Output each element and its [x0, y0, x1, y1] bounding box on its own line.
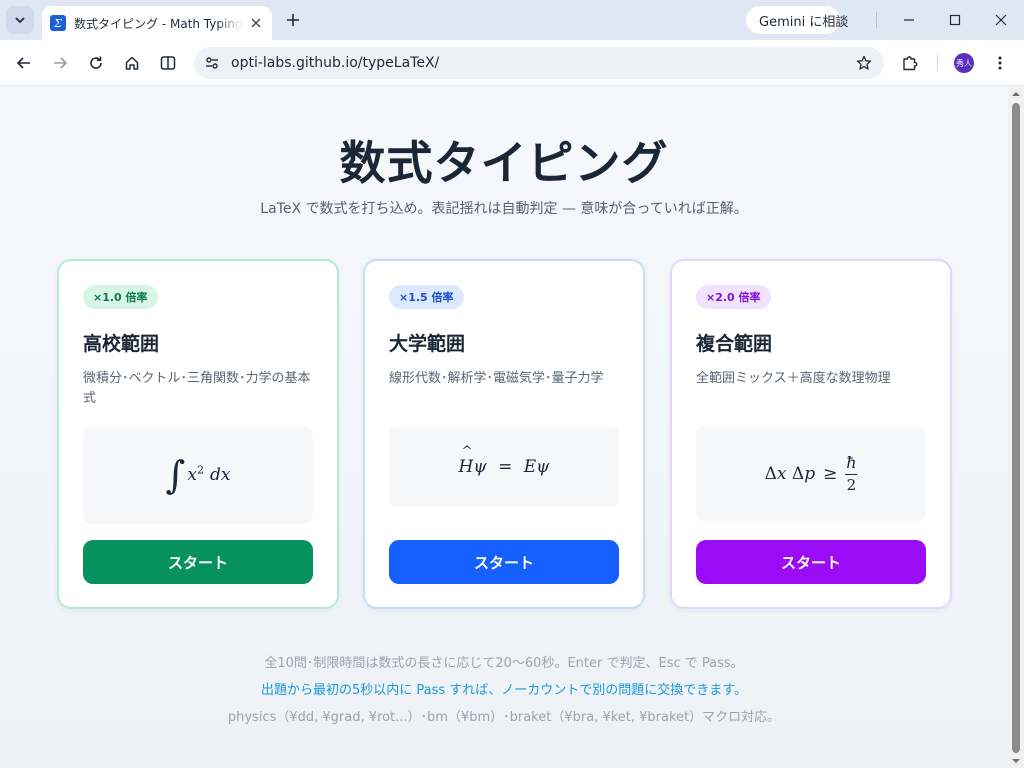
start-button-mixed[interactable]: スタート [696, 540, 926, 584]
more-vertical-icon [998, 56, 1002, 70]
forward-arrow-icon [54, 57, 68, 69]
scroll-down-arrow-icon[interactable] [1012, 757, 1020, 765]
scroll-up-arrow-icon[interactable] [1012, 90, 1020, 98]
favicon-icon: Σ [50, 15, 66, 31]
back-button[interactable] [10, 49, 38, 77]
profile-avatar[interactable]: 秀人 [954, 53, 974, 73]
start-button-highschool[interactable]: スタート [83, 540, 313, 584]
card-description: 線形代数･解析学･電磁気学･量子力学 [389, 371, 604, 386]
multiplier-badge: ×1.0 倍率 [83, 285, 158, 309]
page-title: 数式タイピング [339, 136, 669, 190]
rules-text: 全10問･制限時間は数式の長さに応じて20〜60秒。Enter で判定、Esc … [264, 656, 744, 671]
formula-preview: H ^ ψ = Eψ [389, 426, 619, 507]
site-info-button[interactable] [200, 51, 224, 75]
url-text: opti-labs.github.io/typeLaTeX/ [231, 55, 440, 71]
back-arrow-icon [16, 57, 30, 69]
formula-preview: ∫ x2 dx [83, 426, 313, 524]
card-title: 高校範囲 [83, 333, 160, 355]
formula-integral: ∫ x2 dx [165, 453, 231, 497]
macro-support-text: physics（¥dd, ¥grad, ¥rot...）･bm（¥bm）･bra… [227, 710, 781, 725]
close-tab-button[interactable] [248, 15, 264, 31]
card-title: 大学範囲 [389, 333, 466, 355]
close-icon [251, 18, 261, 28]
toolbar-divider [937, 55, 938, 71]
browser-tab-active[interactable]: Σ 数式タイピング - Math Typing Game [42, 6, 272, 40]
card-description: 全範囲ミックス＋高度な数理物理 [696, 371, 891, 386]
card-description: 微積分･ベクトル･三角関数･力学の基本式 [83, 371, 311, 406]
browser-toolbar: opti-labs.github.io/typeLaTeX/ 秀人 [0, 40, 1024, 86]
mode-card-highschool: ×1.0 倍率 高校範囲 微積分･ベクトル･三角関数･力学の基本式 ∫ x2 dx … [57, 259, 339, 609]
formula-preview: Δx Δp ≥ ħ 2 [696, 426, 926, 521]
card-title: 複合範囲 [696, 333, 773, 355]
browser-tabstrip: Σ 数式タイピング - Math Typing Game Gemini に相談 [0, 0, 1024, 40]
page-scrollbar[interactable] [1008, 87, 1024, 768]
page-subtitle: LaTeX で数式を打ち込め。表記揺れは自動判定 — 意味が合っていれば正解。 [260, 201, 748, 217]
mode-card-mixed: ×2.0 倍率 複合範囲 全範囲ミックス＋高度な数理物理 Δx Δp ≥ ħ 2… [670, 259, 952, 609]
tab-search-button[interactable] [6, 6, 34, 34]
home-icon [125, 56, 139, 70]
puzzle-icon [903, 56, 918, 71]
reload-button[interactable] [82, 49, 110, 77]
chevron-down-icon [15, 17, 25, 24]
gemini-label: Gemini に相談 [759, 14, 849, 30]
extensions-button[interactable] [896, 49, 924, 77]
formula-uncertainty: Δx Δp ≥ ħ 2 [764, 453, 858, 494]
new-tab-button[interactable] [282, 9, 304, 31]
scrollbar-thumb[interactable] [1012, 103, 1020, 753]
close-icon [995, 14, 1007, 26]
bookmark-button[interactable] [854, 53, 874, 73]
page-viewport: 数式タイピング LaTeX で数式を打ち込め。表記揺れは自動判定 — 意味が合っ… [0, 87, 1008, 768]
pass-hint-text: 出題から最初の5秒以内に Pass すれば、ノーカウントで別の問題に交換できます… [260, 683, 747, 698]
multiplier-badge: ×1.5 倍率 [389, 285, 464, 309]
home-button[interactable] [118, 49, 146, 77]
multiplier-badge: ×2.0 倍率 [696, 285, 771, 309]
split-view-button[interactable] [154, 49, 182, 77]
maximize-icon [949, 14, 961, 26]
minimize-button[interactable] [886, 0, 932, 40]
close-window-button[interactable] [978, 0, 1024, 40]
tab-title: 数式タイピング - Math Typing Game [74, 16, 242, 31]
formula-schrodinger: H ^ ψ = Eψ [458, 443, 550, 477]
tabstrip-divider [876, 12, 877, 28]
start-button-university[interactable]: スタート [389, 540, 619, 584]
split-view-icon [160, 56, 176, 70]
browser-menu-button[interactable] [986, 49, 1014, 77]
forward-button[interactable] [46, 49, 74, 77]
maximize-button[interactable] [932, 0, 978, 40]
reload-icon [90, 56, 102, 69]
gemini-button[interactable]: Gemini に相談 [746, 6, 848, 34]
minimize-icon [904, 19, 914, 21]
address-bar[interactable]: opti-labs.github.io/typeLaTeX/ [194, 47, 884, 79]
tune-icon [206, 57, 218, 69]
star-icon [856, 55, 872, 70]
mode-card-university: ×1.5 倍率 大学範囲 線形代数･解析学･電磁気学･量子力学 H ^ ψ = Eψ… [363, 259, 645, 609]
plus-icon [287, 14, 299, 26]
